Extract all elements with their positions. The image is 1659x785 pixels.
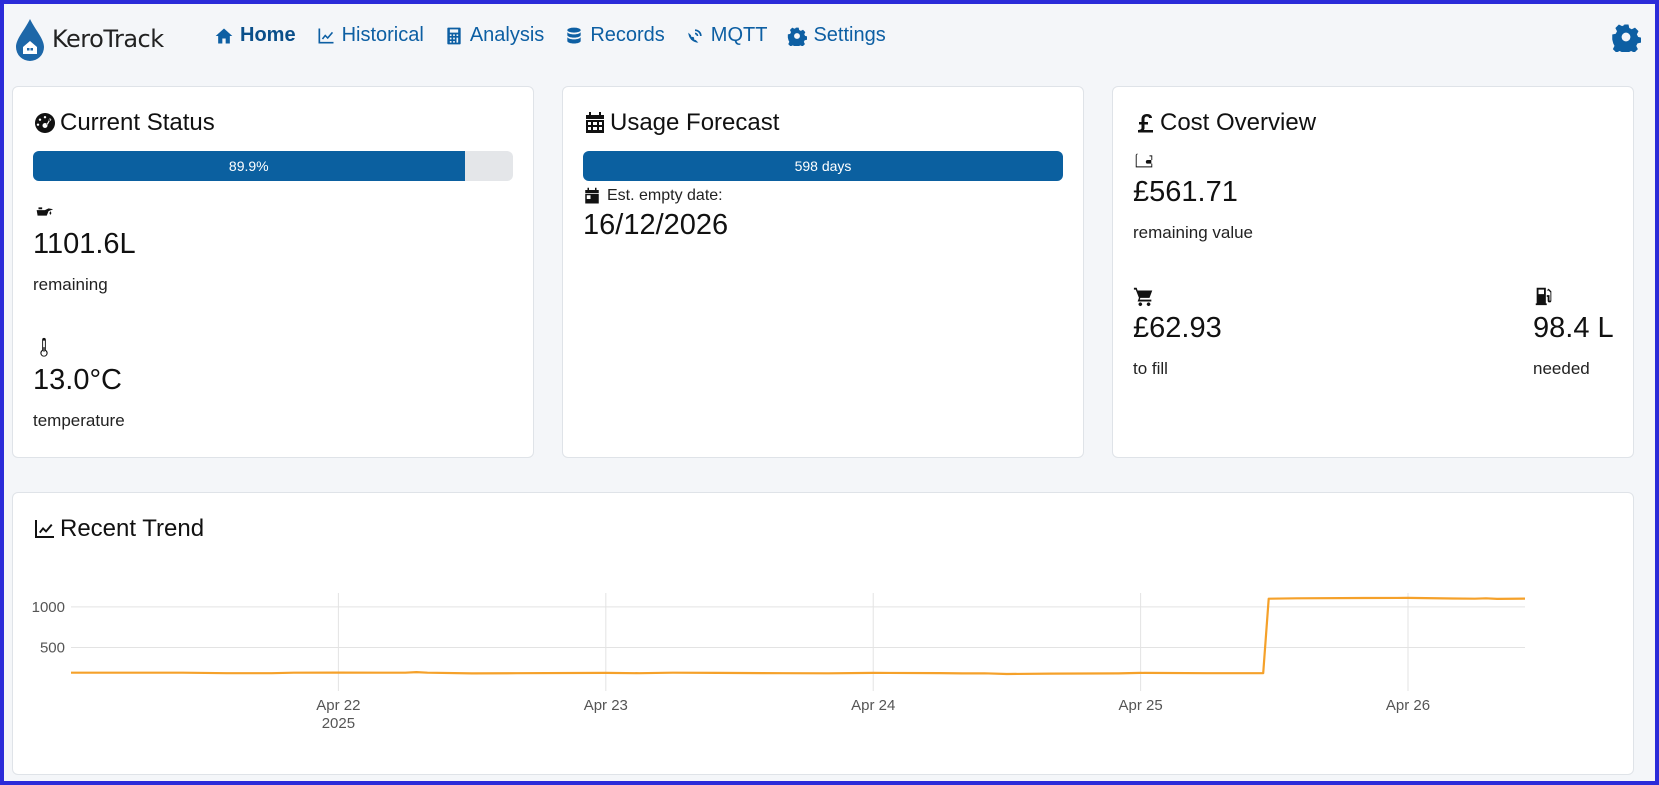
empty-date-label: Est. empty date: xyxy=(607,187,723,204)
gear-icon xyxy=(788,27,808,46)
needed-label: needed xyxy=(1533,359,1590,378)
chart-line-icon xyxy=(35,520,54,538)
x-tick-year-label: 2025 xyxy=(322,715,355,732)
nav-item-mqtt[interactable]: MQTT xyxy=(685,24,768,47)
card-title-text: Recent Trend xyxy=(60,515,205,542)
card-title: Current Status xyxy=(33,109,215,137)
nav-item-label: Historical xyxy=(341,24,424,46)
recent-trend-card: Recent Trend Apr 22 Apr 23 Apr 24 Apr 25 Apr… xyxy=(12,492,1634,775)
empty-date-label-row: Est. empty date: xyxy=(583,187,728,205)
home-icon xyxy=(215,28,233,43)
nav-item-label: Analysis xyxy=(469,24,545,46)
database-icon xyxy=(567,27,581,43)
pound-sign-icon xyxy=(1138,114,1153,133)
cost-overview-card: Cost Overview £561.71 remaining value £6… xyxy=(1112,86,1634,458)
nav-item-label: Home xyxy=(240,24,296,46)
cart-icon xyxy=(1133,285,1222,312)
satellite-dish-icon xyxy=(688,28,702,43)
fill-cost-value: £62.93 xyxy=(1133,312,1222,344)
thermometer-icon xyxy=(33,337,125,364)
card-title: Cost Overview xyxy=(1133,109,1316,137)
nav-item-home[interactable]: Home xyxy=(214,24,296,47)
brand[interactable]: KeroTrack xyxy=(14,14,164,64)
calculator-icon xyxy=(447,27,461,44)
fill-cost-label: to fill xyxy=(1133,359,1168,378)
volume-stat: 1101.6L remaining xyxy=(33,201,136,295)
gas-pump-icon xyxy=(1533,285,1614,312)
current-status-card: Current Status 89.9% 1101.6L remaining 1… xyxy=(12,86,534,458)
card-title-text: Usage Forecast xyxy=(610,109,780,136)
tank-level-fill: 89.9% xyxy=(33,151,465,181)
nav-item-records[interactable]: Records xyxy=(564,24,665,47)
y-tick-label: 1000 xyxy=(32,599,65,616)
days-remaining-fill: 598 days xyxy=(583,151,1063,181)
series-line xyxy=(71,596,1526,676)
needed-value: 98.4 L xyxy=(1533,312,1614,344)
card-title: Recent Trend xyxy=(33,515,204,543)
temperature-value: 13.0°C xyxy=(33,364,122,396)
droplet-house-logo-icon xyxy=(16,19,44,61)
nav-item-analysis[interactable]: Analysis xyxy=(444,24,544,47)
volume-value: 1101.6L xyxy=(33,228,136,260)
remaining-value-stat: £561.71 remaining value xyxy=(1133,149,1253,243)
card-title: Usage Forecast xyxy=(583,109,779,137)
fill-cost-stat: £62.93 to fill xyxy=(1133,285,1222,379)
nav-item-label: Settings xyxy=(813,24,886,46)
oil-can-icon xyxy=(33,201,136,228)
navbar: KeroTrack Home Historical Analysis Recor… xyxy=(4,4,1655,78)
nav-item-label: Records xyxy=(590,24,665,46)
nav-item-historical[interactable]: Historical xyxy=(316,24,424,47)
chart-line-icon xyxy=(318,28,334,43)
brand-name: KeroTrack xyxy=(52,25,164,53)
temperature-stat: 13.0°C temperature xyxy=(33,337,125,431)
tank-level-bar: 89.9% xyxy=(33,151,513,181)
temperature-label: temperature xyxy=(33,411,125,430)
volume-label: remaining xyxy=(33,275,108,294)
y-tick-label: 500 xyxy=(40,640,65,657)
remaining-value: £561.71 xyxy=(1133,176,1238,208)
x-tick-label: Apr 24 xyxy=(851,697,895,714)
gear-icon xyxy=(1612,24,1641,56)
wallet-icon xyxy=(1133,149,1253,176)
x-tick-label: Apr 22 xyxy=(316,697,360,714)
empty-date-value: 16/12/2026 xyxy=(583,209,729,241)
empty-date-stat: Est. empty date: 16/12/2026 xyxy=(583,187,728,242)
theme-toggle-button[interactable] xyxy=(1611,22,1641,56)
x-tick-label: Apr 23 xyxy=(584,697,628,714)
nav-item-settings[interactable]: Settings xyxy=(787,24,886,47)
gauge-icon xyxy=(35,113,56,133)
nav-item-label: MQTT xyxy=(710,24,768,46)
needed-stat: 98.4 L needed xyxy=(1533,285,1614,379)
calendar-icon xyxy=(586,112,604,133)
days-remaining-bar: 598 days xyxy=(583,151,1063,181)
remaining-value-label: remaining value xyxy=(1133,223,1254,242)
card-title-text: Current Status xyxy=(60,109,215,136)
calendar-day-icon xyxy=(585,187,599,204)
main-nav: Home Historical Analysis Records MQTT Se… xyxy=(214,24,886,47)
usage-forecast-card: Usage Forecast 598 days Est. empty date:… xyxy=(562,86,1084,458)
x-tick-label: Apr 26 xyxy=(1386,697,1430,714)
card-title-text: Cost Overview xyxy=(1160,109,1317,136)
trend-chart[interactable]: Apr 22 Apr 23 Apr 24 Apr 25 Apr 26 2025 500 100… xyxy=(13,543,1633,773)
x-tick-label: Apr 25 xyxy=(1119,697,1163,714)
